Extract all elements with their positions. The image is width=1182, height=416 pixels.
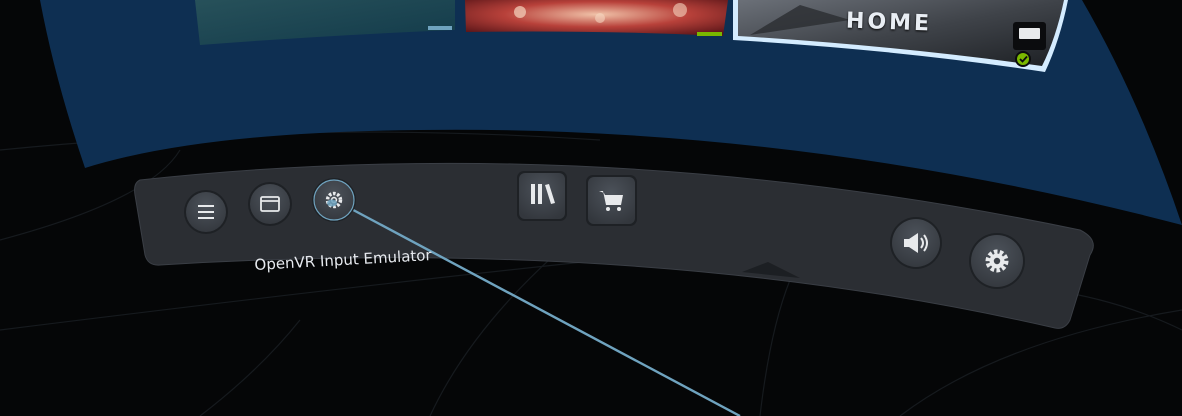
vr-headset-icon [1019, 28, 1040, 39]
menu-button[interactable] [184, 190, 228, 234]
window-button[interactable] [248, 182, 292, 226]
vr-dashboard-scene [0, 0, 1182, 416]
store-button[interactable] [586, 175, 637, 226]
settings-button[interactable] [969, 233, 1025, 289]
pointer-cursor [327, 199, 337, 207]
library-tile-middle[interactable] [465, 0, 728, 36]
check-icon [1017, 53, 1029, 65]
library-button[interactable] [517, 171, 567, 221]
volume-button[interactable] [890, 217, 942, 269]
home-tile-title: HOME [845, 8, 933, 37]
openvr-input-emulator-button[interactable] [312, 178, 356, 222]
